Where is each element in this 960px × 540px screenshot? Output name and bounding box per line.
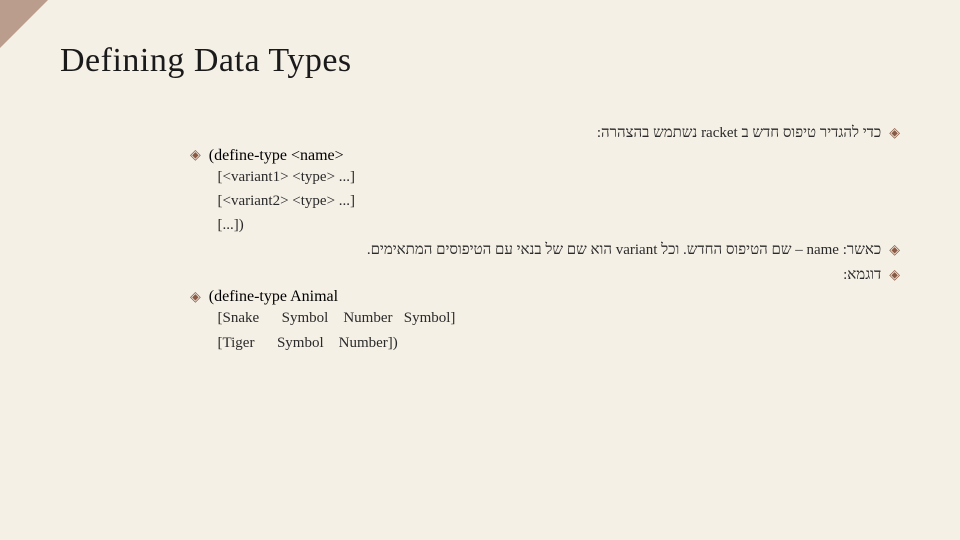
bullet-explanation-text: כאשר: name – שם הטיפוס החדש. וכל variant…	[367, 242, 881, 258]
bullet-example-label: ◈ דוגמא:	[60, 264, 900, 287]
define-type-line1: (define-type <name>	[209, 147, 344, 164]
bullet-example-text: דוגמא:	[843, 267, 881, 283]
animal-line3: [Tiger Symbol Number])	[60, 333, 900, 353]
diamond-icon: ◈	[889, 123, 900, 144]
animal-line2: [Snake Symbol Number Symbol]	[60, 308, 900, 328]
bullet-explanation: ◈ כאשר: name – שם הטיפוס החדש. וכל varian…	[60, 239, 900, 262]
define-type-line4: [...])	[60, 215, 900, 235]
define-type-line3: [<variant2> <type> ...]	[60, 191, 900, 211]
corner-accent	[0, 0, 48, 48]
slide-content: Defining Data Types ◈ כדי להגדיר טיפוס חד…	[0, 0, 960, 353]
diamond-icon: ◈	[190, 289, 201, 306]
define-type-line2: [<variant1> <type> ...]	[60, 167, 900, 187]
bullet-intro-text: כדי להגדיר טיפוס חדש ב racket נשתמש בהצה…	[597, 125, 881, 141]
slide-title: Defining Data Types	[60, 42, 900, 80]
bullet-animal: ◈ (define-type Animal	[60, 288, 900, 306]
diamond-icon: ◈	[190, 147, 201, 164]
bullet-define-type: ◈ (define-type <name>	[60, 147, 900, 165]
diamond-icon: ◈	[889, 240, 900, 261]
animal-line1: (define-type Animal	[209, 288, 338, 305]
bullet-intro: ◈ כדי להגדיר טיפוס חדש ב racket נשתמש בהצ…	[60, 122, 900, 145]
diamond-icon: ◈	[889, 265, 900, 286]
